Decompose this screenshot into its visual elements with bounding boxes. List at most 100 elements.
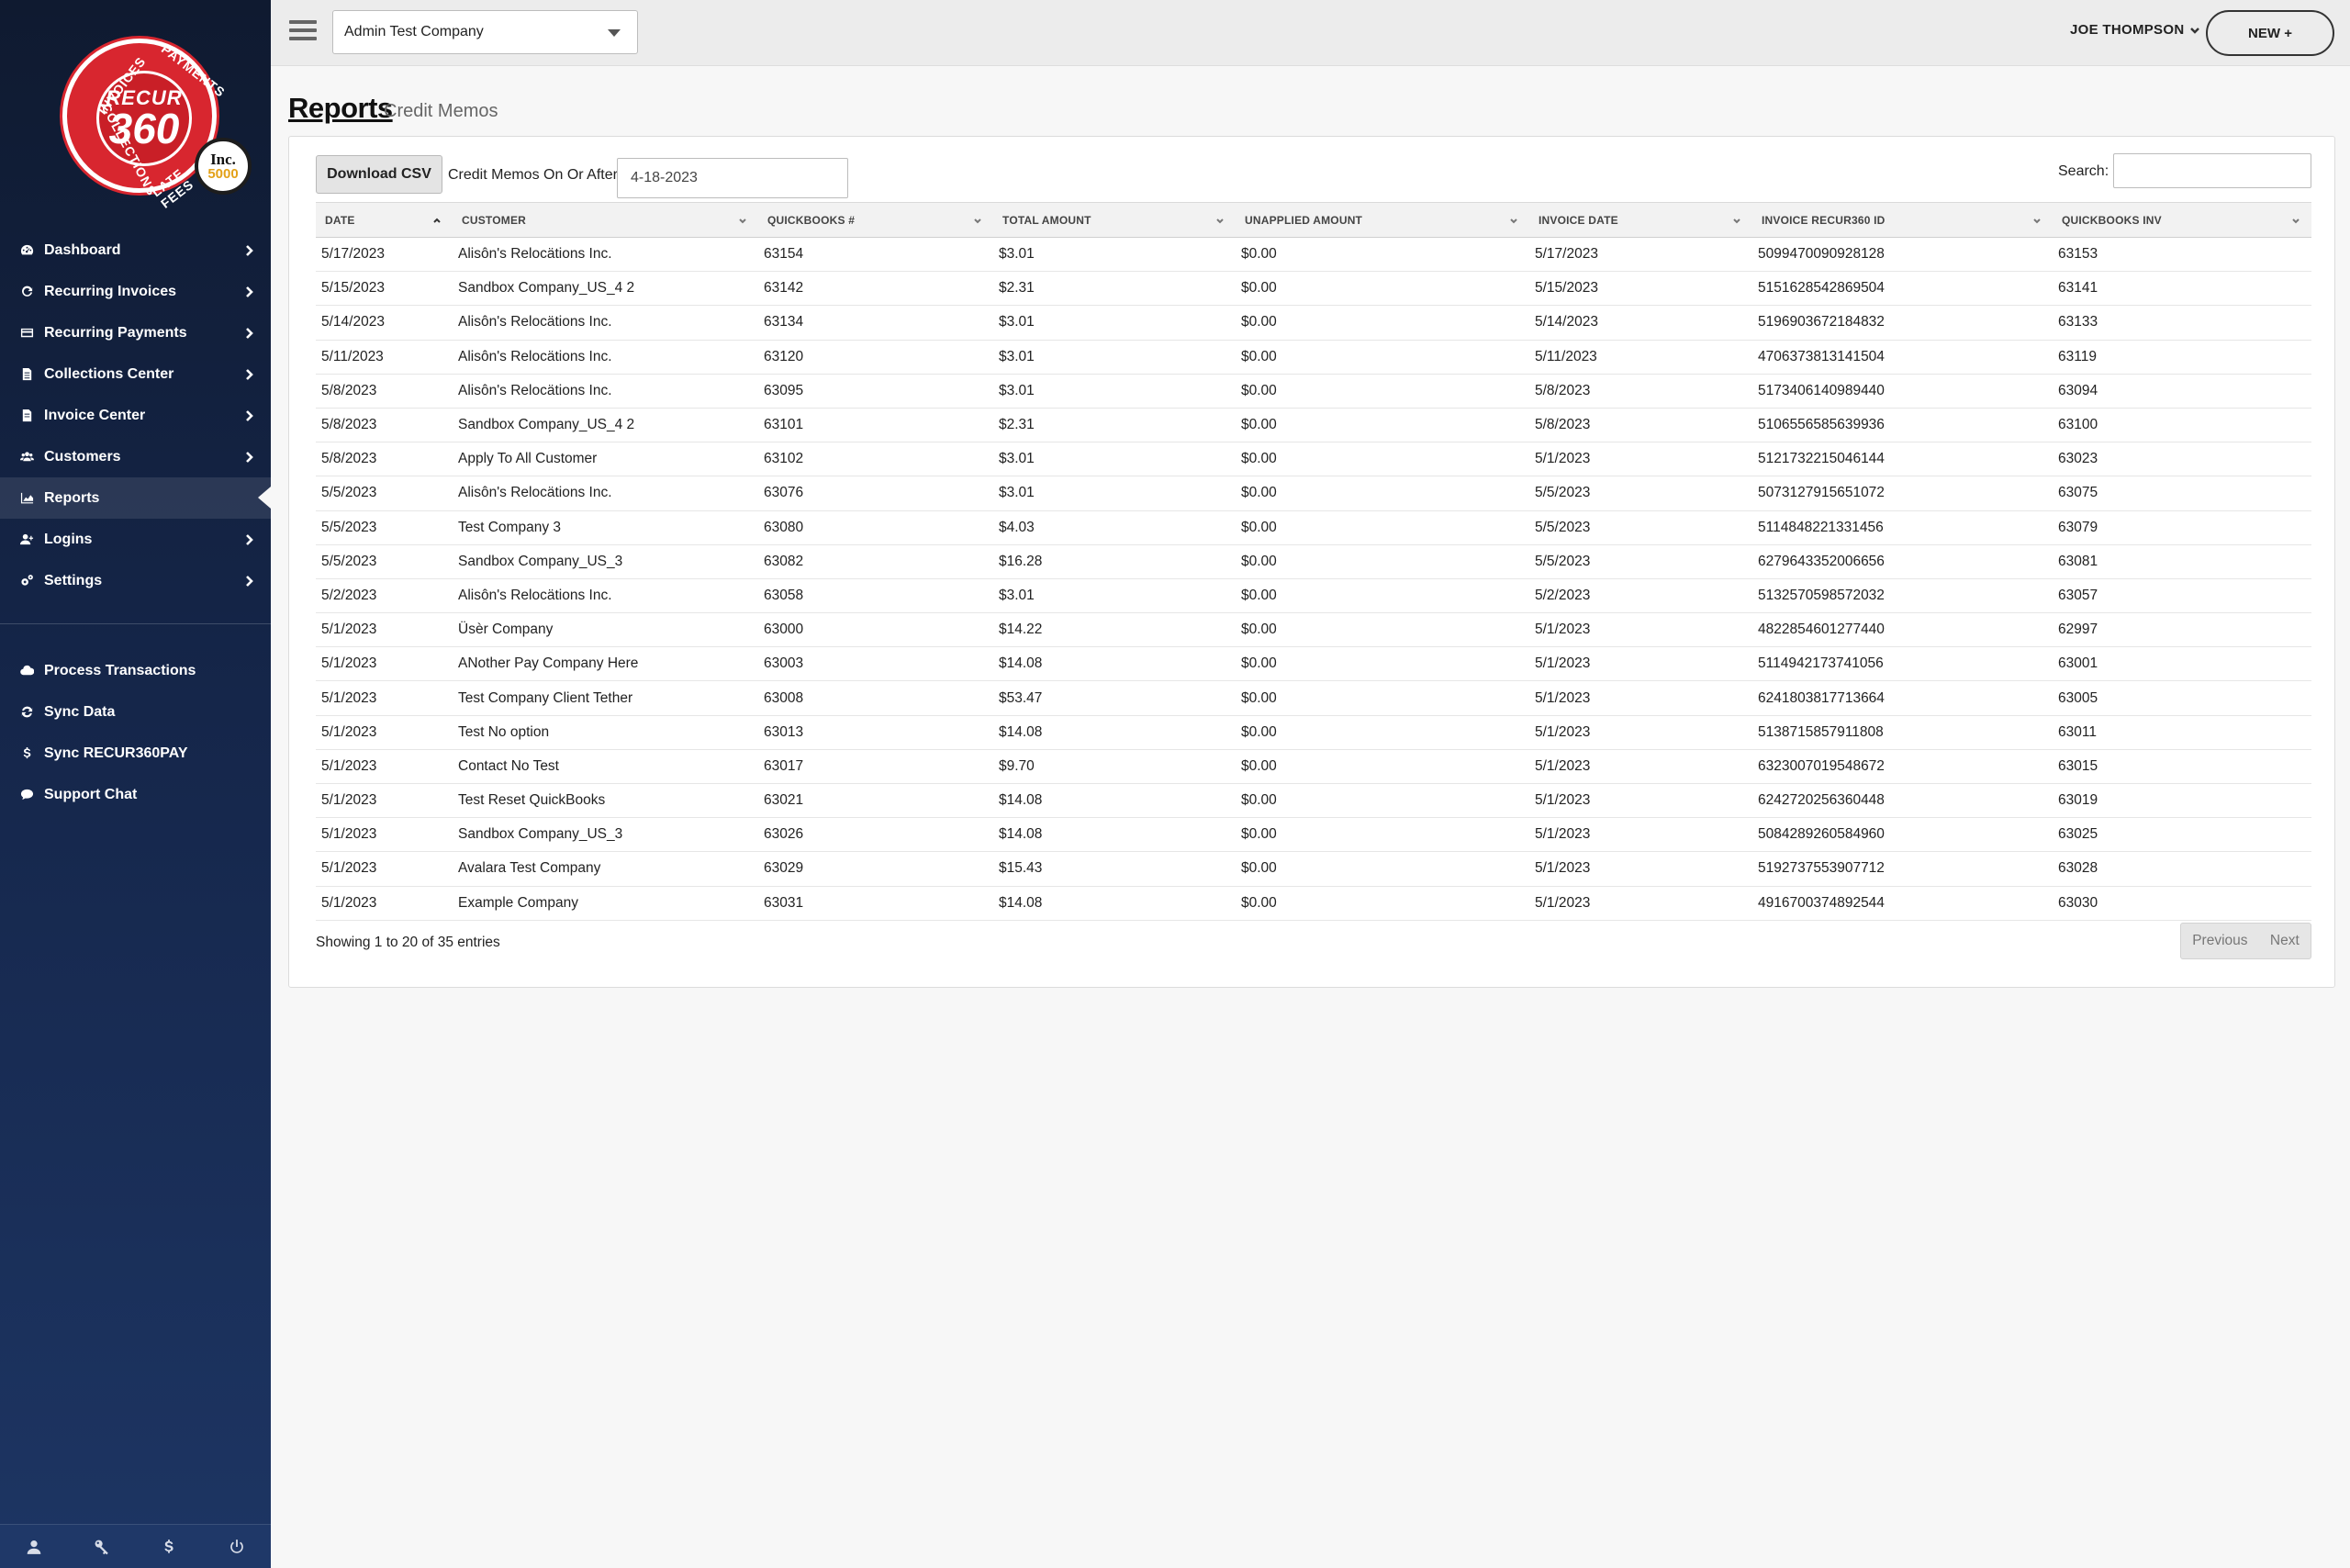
table-row[interactable]: 5/1/2023 Avalara Test Company 63029 $15.43 $…	[316, 851, 2311, 887]
cell-quickbooks-number: 63095	[758, 374, 993, 409]
cell-total-amount: $2.31	[993, 408, 1236, 443]
dollar-icon[interactable]	[159, 1537, 179, 1557]
previous-page-button[interactable]: Previous	[2192, 933, 2247, 949]
sidebar-item-support-chat[interactable]: Support Chat	[0, 774, 271, 815]
sidebar-item-collections-center[interactable]: Collections Center	[0, 353, 271, 395]
column-header-invoice-date[interactable]: INVOICE DATE	[1529, 202, 1752, 238]
next-page-button[interactable]: Next	[2270, 933, 2300, 949]
table-row[interactable]: 5/14/2023 Alisôn's Relocätions Inc. 63134 $…	[316, 305, 2311, 341]
cell-date: 5/5/2023	[316, 510, 453, 545]
new-button[interactable]: NEW +	[2206, 10, 2334, 56]
table-row[interactable]: 5/5/2023 Sandbox Company_US_3 63082 $16.28 $…	[316, 544, 2311, 579]
table-row[interactable]: 5/1/2023 Example Company 63031 $14.08 $0.00 5…	[316, 886, 2311, 921]
company-select[interactable]: Admin Test Company	[332, 10, 638, 54]
table-row[interactable]: 5/5/2023 Alisôn's Relocätions Inc. 63076 $3…	[316, 476, 2311, 511]
cell-invoice-date: 5/8/2023	[1529, 374, 1752, 409]
users-icon	[18, 449, 35, 465]
cell-invoice-date: 5/1/2023	[1529, 646, 1752, 682]
user-name: JOE THOMPSON	[2070, 22, 2185, 38]
date-filter-label: Credit Memos On Or After:	[448, 167, 622, 183]
cell-unapplied-amount: $0.00	[1236, 817, 1529, 853]
cell-invoice-date: 5/17/2023	[1529, 237, 1752, 273]
pagination: Previous Next	[2180, 923, 2311, 959]
column-header-total-amount[interactable]: TOTAL AMOUNT	[993, 202, 1236, 238]
table-row[interactable]: 5/15/2023 Sandbox Company_US_4 2 63142 $2.3…	[316, 271, 2311, 307]
menu-toggle-icon[interactable]	[289, 20, 317, 44]
table-row[interactable]: 5/5/2023 Test Company 3 63080 $4.03 $0.00 5/5…	[316, 510, 2311, 545]
table-row[interactable]: 5/17/2023 Alisôn's Relocätions Inc. 63154 $…	[316, 237, 2311, 273]
table-row[interactable]: 5/1/2023 Contact No Test 63017 $9.70 $0.00 5/…	[316, 749, 2311, 785]
cell-quickbooks-inv: 63030	[2053, 886, 2311, 921]
table-row[interactable]: 5/8/2023 Sandbox Company_US_4 2 63101 $2.31…	[316, 408, 2311, 443]
page-title[interactable]: Reports	[288, 92, 393, 125]
chevron-right-icon	[243, 327, 256, 340]
table-row[interactable]: 5/1/2023 Test No option 63013 $14.08 $0.00 5/…	[316, 715, 2311, 750]
sidebar-item-customers[interactable]: Customers	[0, 436, 271, 477]
cell-quickbooks-number: 63031	[758, 886, 993, 921]
recur360-logo[interactable]: RECUR 360 INVOICES PAYMENTS COLLECTIONS …	[57, 35, 259, 211]
cell-unapplied-amount: $0.00	[1236, 442, 1529, 477]
table-row[interactable]: 5/8/2023 Alisôn's Relocätions Inc. 63095 $3…	[316, 374, 2311, 409]
cell-customer: ANother Pay Company Here	[453, 646, 758, 682]
sidebar-item-recurring-payments[interactable]: Recurring Payments	[0, 312, 271, 353]
table-row[interactable]: 5/8/2023 Apply To All Customer 63102 $3.01 $…	[316, 442, 2311, 477]
sidebar-item-sync-data[interactable]: Sync Data	[0, 691, 271, 733]
cell-invoice-date: 5/14/2023	[1529, 305, 1752, 341]
sidebar-item-recurring-invoices[interactable]: Recurring Invoices	[0, 271, 271, 312]
cell-date: 5/1/2023	[316, 646, 453, 682]
user-icon[interactable]	[24, 1537, 44, 1557]
cell-total-amount: $14.08	[993, 783, 1236, 819]
sidebar-item-settings[interactable]: Settings	[0, 560, 271, 601]
sidebar-item-reports[interactable]: Reports	[0, 477, 271, 519]
cell-quickbooks-number: 63029	[758, 851, 993, 887]
table-row[interactable]: 5/1/2023 Sandbox Company_US_3 63026 $14.08 $…	[316, 817, 2311, 853]
sidebar-item-label: Invoice Center	[44, 407, 146, 423]
user-menu[interactable]: JOE THOMPSON	[2070, 22, 2200, 38]
cell-total-amount: $16.28	[993, 544, 1236, 579]
column-header-unapplied-amount[interactable]: UNAPPLIED AMOUNT	[1236, 202, 1529, 238]
cell-invoice-date: 5/11/2023	[1529, 340, 1752, 375]
power-icon[interactable]	[227, 1537, 247, 1557]
sidebar-item-invoice-center[interactable]: Invoice Center	[0, 395, 271, 436]
sidebar-item-process-transactions[interactable]: Process Transactions	[0, 650, 271, 691]
cell-total-amount: $3.01	[993, 237, 1236, 273]
table-row[interactable]: 5/1/2023 Test Reset QuickBooks 63021 $14.08…	[316, 783, 2311, 819]
cell-total-amount: $15.43	[993, 851, 1236, 887]
cell-quickbooks-number: 63058	[758, 578, 993, 614]
cell-quickbooks-number: 63076	[758, 476, 993, 511]
table-row[interactable]: 5/1/2023 Test Company Client Tether 63008 $…	[316, 680, 2311, 716]
column-header-customer[interactable]: CUSTOMER	[453, 202, 758, 238]
column-header-quickbooks-number[interactable]: QUICKBOOKS #	[758, 202, 993, 238]
table-row[interactable]: 5/11/2023 Alisôn's Relocätions Inc. 63120 $…	[316, 340, 2311, 375]
cell-invoice-recur360-id: 5084289260584960	[1752, 817, 2053, 853]
cell-date: 5/8/2023	[316, 442, 453, 477]
table-row[interactable]: 5/2/2023 Alisôn's Relocätions Inc. 63058 $3…	[316, 578, 2311, 614]
cell-invoice-date: 5/1/2023	[1529, 612, 1752, 648]
date-filter-input[interactable]	[617, 158, 848, 198]
cell-customer: Avalara Test Company	[453, 851, 758, 887]
cell-date: 5/17/2023	[316, 237, 453, 273]
cell-quickbooks-inv: 63141	[2053, 271, 2311, 307]
sidebar-item-logins[interactable]: Logins	[0, 519, 271, 560]
search-input[interactable]	[2113, 153, 2311, 188]
sidebar-item-dashboard[interactable]: Dashboard	[0, 230, 271, 271]
download-csv-button[interactable]: Download CSV	[316, 155, 442, 194]
sidebar-item-label: Dashboard	[44, 241, 121, 258]
main-nav: Dashboard Recurring Invoices Recurring P…	[0, 230, 271, 815]
sidebar-item-sync-recur360pay[interactable]: Sync RECUR360PAY	[0, 733, 271, 774]
key-icon[interactable]	[92, 1537, 112, 1557]
cell-unapplied-amount: $0.00	[1236, 612, 1529, 648]
cell-total-amount: $2.31	[993, 271, 1236, 307]
table-row[interactable]: 5/1/2023 Üsèr Company 63000 $14.22 $0.00 5/1/…	[316, 612, 2311, 648]
sidebar-item-label: Sync RECUR360PAY	[44, 745, 188, 761]
cell-invoice-date: 5/1/2023	[1529, 442, 1752, 477]
column-header-date[interactable]: DATE	[316, 202, 453, 238]
column-header-quickbooks-inv[interactable]: QUICKBOOKS INV	[2053, 202, 2311, 238]
caret-down-icon	[608, 29, 621, 37]
cell-customer: Test Company Client Tether	[453, 680, 758, 716]
table-row[interactable]: 5/1/2023 ANother Pay Company Here 63003 $14…	[316, 646, 2311, 682]
dollar-icon	[18, 745, 35, 762]
cell-unapplied-amount: $0.00	[1236, 544, 1529, 579]
column-header-invoice-recur360-id[interactable]: INVOICE RECUR360 ID	[1752, 202, 2053, 238]
refresh-icon	[18, 284, 35, 300]
